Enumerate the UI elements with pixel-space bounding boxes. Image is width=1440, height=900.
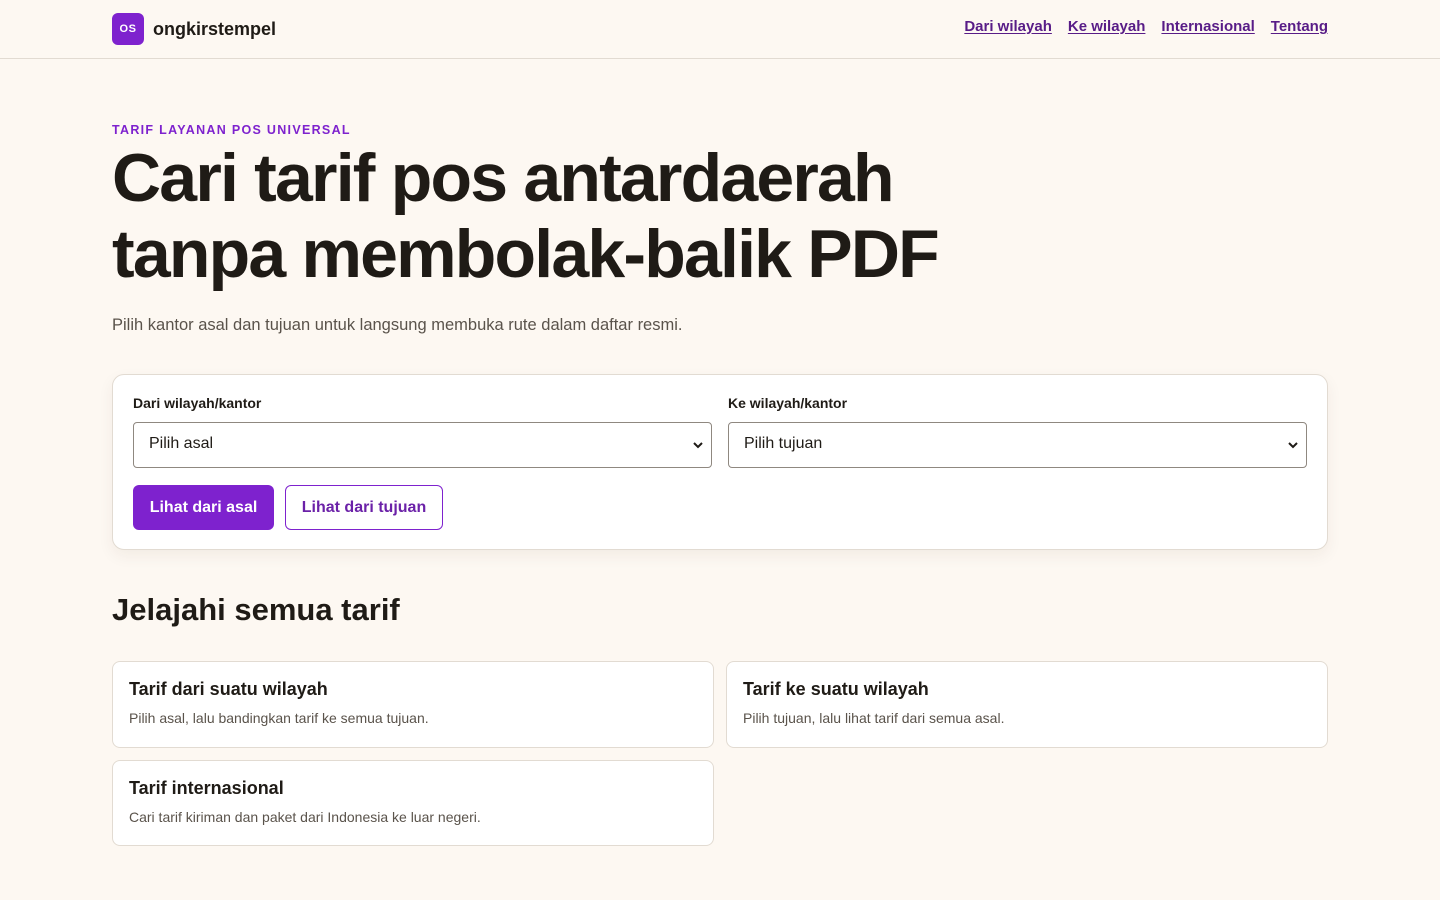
- nav-link-dari-wilayah[interactable]: Dari wilayah: [964, 18, 1052, 35]
- origin-select[interactable]: Pilih asal: [133, 422, 712, 468]
- card-description: Pilih asal, lalu bandingkan tarif ke sem…: [129, 710, 429, 726]
- origin-field: Dari wilayah/kantor Pilih asal: [133, 395, 712, 468]
- explore-section-title: Jelajahi semua tarif: [112, 592, 400, 627]
- brand-logo: OS: [112, 13, 144, 45]
- card-title: Tarif internasional: [129, 778, 284, 798]
- origin-label: Dari wilayah/kantor: [133, 395, 262, 411]
- card-title: Tarif ke suatu wilayah: [743, 679, 929, 699]
- destination-select-value: Pilih tujuan: [744, 435, 823, 452]
- nav-link-ke-wilayah[interactable]: Ke wilayah: [1068, 18, 1146, 35]
- card-title: Tarif dari suatu wilayah: [129, 679, 328, 699]
- origin-select-value: Pilih asal: [149, 435, 214, 452]
- chevron-down-icon: [693, 442, 703, 449]
- card-description: Cari tarif kiriman dan paket dari Indone…: [129, 809, 481, 825]
- nav-link-internasional[interactable]: Internasional: [1161, 18, 1254, 35]
- top-bar: OS ongkirstempel Dari wilayah Ke wilayah…: [0, 0, 1440, 59]
- brand-name: ongkirstempel: [153, 18, 277, 39]
- route-search-form: Dari wilayah/kantor Pilih asal Ke wilaya…: [112, 374, 1328, 550]
- nav-link-tentang[interactable]: Tentang: [1271, 18, 1328, 35]
- page-title: Cari tarif pos antardaerah tanpa membola…: [112, 140, 940, 292]
- card-description: Pilih tujuan, lalu lihat tarif dari semu…: [743, 710, 1005, 726]
- card-international[interactable]: Tarif internasional Cari tarif kiriman d…: [112, 760, 714, 846]
- hero-eyebrow: TARIF LAYANAN POS UNIVERSAL: [112, 123, 351, 137]
- destination-label: Ke wilayah/kantor: [728, 395, 848, 411]
- card-from-region[interactable]: Tarif dari suatu wilayah Pilih asal, lal…: [112, 661, 714, 748]
- hero-lead: Pilih kantor asal dan tujuan untuk langs…: [112, 316, 683, 334]
- chevron-down-icon: [1288, 442, 1298, 449]
- destination-field: Ke wilayah/kantor Pilih tujuan: [728, 395, 1307, 468]
- view-from-destination-button[interactable]: Lihat dari tujuan: [285, 485, 443, 530]
- view-from-origin-button[interactable]: Lihat dari asal: [133, 485, 274, 530]
- card-to-region[interactable]: Tarif ke suatu wilayah Pilih tujuan, lal…: [726, 661, 1328, 748]
- brand-link[interactable]: OS ongkirstempel: [112, 13, 276, 45]
- destination-select[interactable]: Pilih tujuan: [728, 422, 1307, 468]
- main-nav: Dari wilayah Ke wilayah Internasional Te…: [964, 18, 1328, 35]
